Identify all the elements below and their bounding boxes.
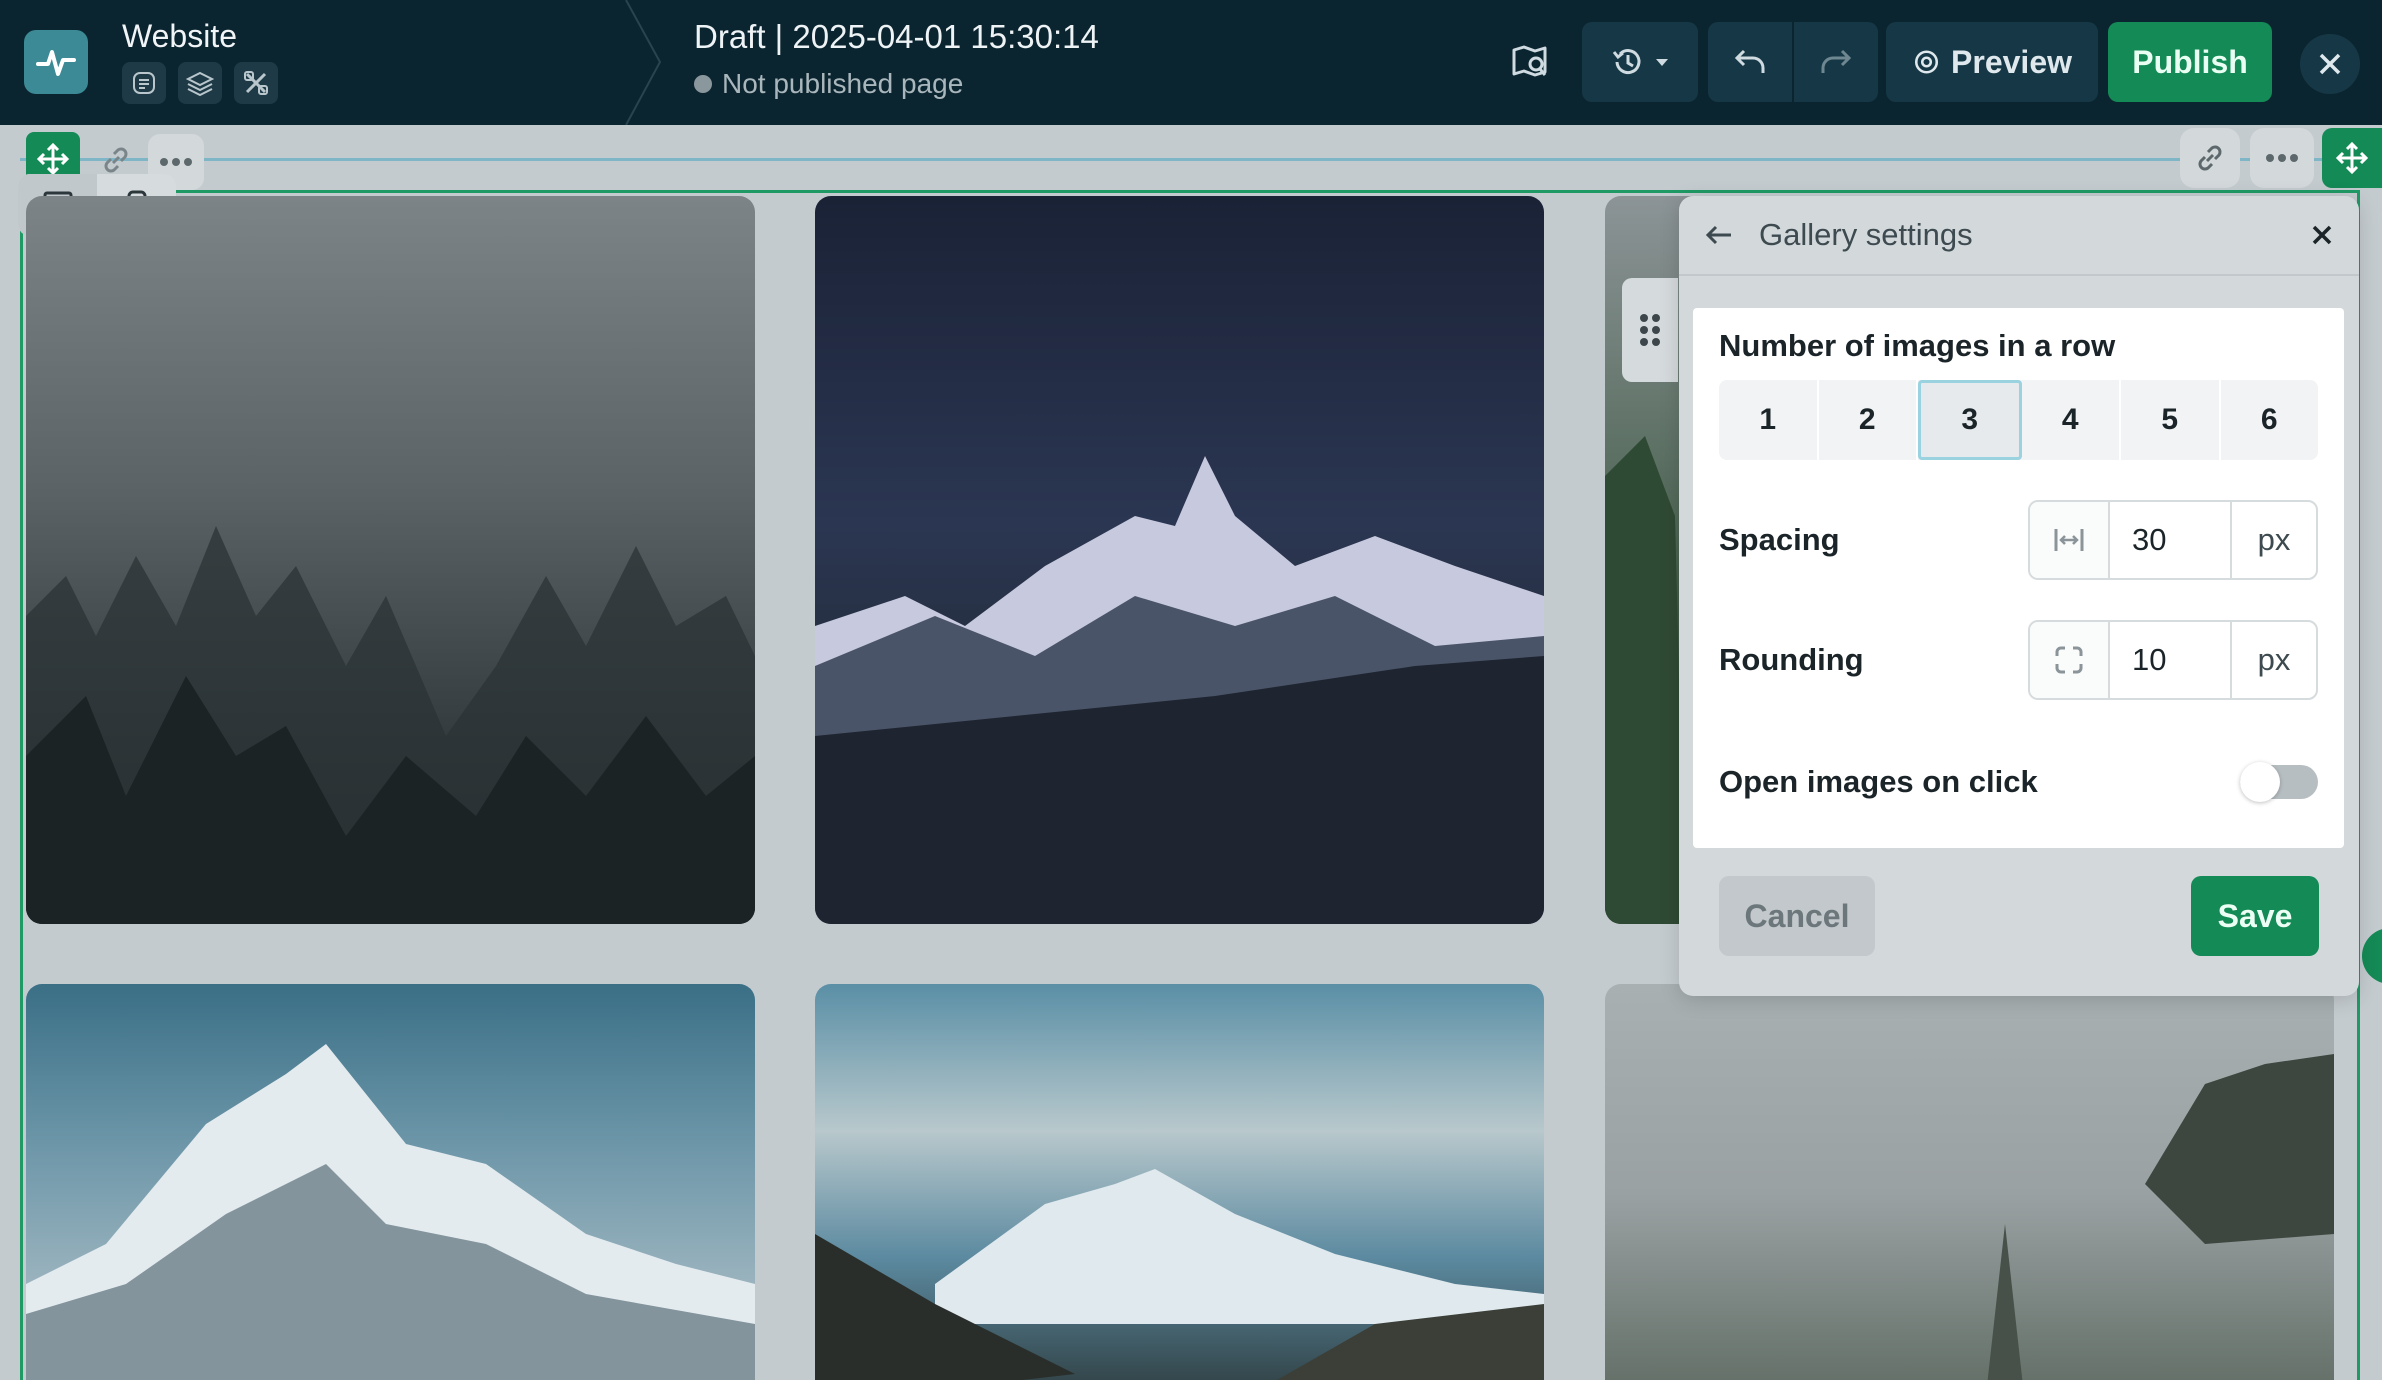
- panel-footer: Cancel Save: [1719, 876, 2319, 956]
- block-link-button[interactable]: [2180, 128, 2240, 188]
- panel-header: Gallery settings: [1679, 196, 2359, 276]
- row-count-label: Number of images in a row: [1719, 328, 2116, 363]
- row-count-option-5[interactable]: 5: [2121, 380, 2221, 460]
- chevron-down-icon: [1656, 59, 1668, 66]
- link-icon: [2198, 145, 2222, 171]
- rounding-input-group: px: [2028, 620, 2318, 700]
- foggy-trees-image: [1987, 1054, 2334, 1380]
- layers-icon[interactable]: [178, 62, 222, 104]
- mountain-road-image: [815, 1169, 1544, 1380]
- publish-status-text: Not published page: [722, 68, 964, 99]
- snow-peak-image: [26, 1044, 755, 1380]
- spacing-unit: px: [2230, 502, 2316, 578]
- gallery-image-snow-peak[interactable]: [26, 984, 755, 1380]
- preview-button[interactable]: Preview: [1886, 22, 2098, 102]
- publish-button[interactable]: Publish: [2108, 22, 2272, 102]
- history-button[interactable]: [1582, 22, 1698, 102]
- move-icon: [36, 142, 70, 176]
- section-guide-line: [20, 158, 2360, 161]
- draft-title: Draft | 2025-04-01 15:30:14: [694, 18, 1099, 55]
- site-tools: [122, 62, 278, 104]
- rounding-input[interactable]: [2110, 622, 2230, 698]
- breadcrumb-separator-icon: [625, 0, 662, 125]
- panel-drag-handle[interactable]: [1622, 278, 1678, 382]
- spacing-input[interactable]: [2110, 502, 2230, 578]
- misty-forest-image: [26, 526, 755, 924]
- close-editor-button[interactable]: [2300, 34, 2360, 94]
- top-bar: Website Draft | 2025-04-01 15:30:14 Not …: [0, 0, 2382, 125]
- gallery-image-foggy-trees[interactable]: [1605, 984, 2334, 1380]
- toggle-knob: [2240, 762, 2280, 802]
- undo-icon: [1734, 49, 1765, 73]
- redo-button[interactable]: [1794, 22, 1878, 102]
- history-icon: [1612, 49, 1641, 75]
- gallery-settings-panel: Gallery settings Number of images in a r…: [1679, 196, 2359, 996]
- rounding-unit: px: [2230, 622, 2316, 698]
- spacing-row: Spacing px: [1719, 500, 2318, 580]
- tools-icon[interactable]: [234, 62, 278, 104]
- rounding-icon: [2030, 622, 2110, 698]
- map-search-icon: [1512, 45, 1547, 77]
- drag-handle-icon: [1640, 314, 1660, 346]
- spacing-label: Spacing: [1719, 522, 1840, 557]
- eye-icon: [1914, 50, 1939, 74]
- row-count-option-2[interactable]: 2: [1819, 380, 1918, 460]
- site-title: Website: [122, 18, 238, 54]
- starry-mountain-image: [815, 456, 1544, 924]
- panel-body: Number of images in a row 1 2 3 4 5 6 Sp…: [1693, 308, 2344, 848]
- undo-button[interactable]: [1708, 22, 1792, 102]
- preview-label: Preview: [1951, 43, 2072, 80]
- cancel-button[interactable]: Cancel: [1719, 876, 1875, 956]
- spacing-input-group: px: [2028, 500, 2318, 580]
- publish-status: Not published page: [694, 68, 963, 100]
- map-search-button[interactable]: [1494, 22, 1566, 102]
- row-count-option-1[interactable]: 1: [1719, 380, 1819, 460]
- block-move-handle[interactable]: [2322, 128, 2382, 188]
- more-icon: [2266, 154, 2298, 162]
- move-icon: [2335, 141, 2369, 175]
- save-button[interactable]: Save: [2191, 876, 2319, 956]
- row-count-option-3[interactable]: 3: [1918, 380, 2022, 460]
- gallery-image-misty-forest[interactable]: [26, 196, 755, 924]
- rounding-label: Rounding: [1719, 642, 1864, 677]
- panel-title: Gallery settings: [1759, 217, 1973, 252]
- row-count-option-4[interactable]: 4: [2022, 380, 2121, 460]
- open-on-click-row: Open images on click: [1719, 742, 2318, 822]
- spacing-icon: [2030, 502, 2110, 578]
- link-icon: [104, 147, 128, 173]
- open-on-click-toggle[interactable]: [2240, 762, 2318, 802]
- status-dot-icon: [694, 75, 712, 93]
- back-button[interactable]: [1705, 224, 1733, 246]
- arrow-left-icon: [1705, 225, 1731, 245]
- gallery-image-mountain-road[interactable]: [815, 984, 1544, 1380]
- row-count-option-6[interactable]: 6: [2221, 380, 2319, 460]
- more-icon: [160, 158, 192, 166]
- rounding-row: Rounding px: [1719, 620, 2318, 700]
- row-count-selector: 1 2 3 4 5 6: [1719, 380, 2318, 460]
- close-icon: [2319, 53, 2341, 75]
- close-icon: [2312, 225, 2332, 245]
- panel-close-button[interactable]: [2311, 224, 2333, 246]
- block-more-button[interactable]: [2250, 128, 2314, 188]
- document-icon[interactable]: [122, 62, 166, 104]
- redo-icon: [1821, 49, 1852, 73]
- gallery-image-starry-mountain[interactable]: [815, 196, 1544, 924]
- open-on-click-label: Open images on click: [1719, 764, 2038, 799]
- pulse-logo-icon[interactable]: [24, 30, 88, 94]
